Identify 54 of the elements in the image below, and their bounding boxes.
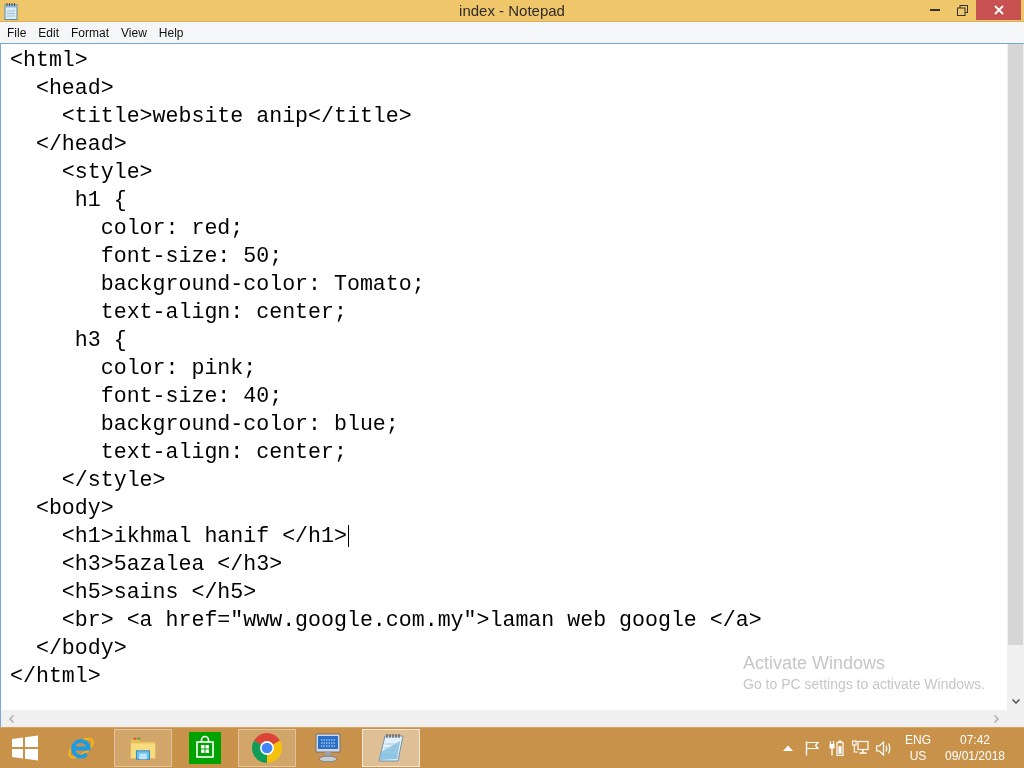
plug-battery-icon[interactable] — [828, 740, 844, 756]
code-line: font-size: 40; — [100, 384, 283, 408]
code-line: background-color: Tomato; — [100, 272, 425, 296]
code-line: h3 { — [74, 328, 127, 352]
code-line: <body> — [35, 496, 114, 520]
menu-item[interactable]: View — [115, 23, 153, 42]
shopping-bag-icon — [189, 732, 221, 764]
taskbar-button[interactable] — [114, 729, 172, 767]
code-line: </style> — [61, 468, 166, 492]
code-line: color: pink; — [100, 356, 257, 380]
chevron-right-icon — [994, 714, 999, 723]
code-line: <h3>5azalea </h3> — [61, 552, 283, 576]
minimize-icon — [930, 9, 940, 11]
network-icon[interactable] — [851, 740, 869, 756]
menu-item[interactable]: Edit — [32, 23, 66, 42]
notepad-icon — [376, 732, 406, 764]
activation-title: Activate Windows — [743, 652, 886, 674]
code-line: </head> — [35, 132, 127, 156]
chevron-down-icon — [1011, 699, 1020, 704]
code-line: text-align: center; — [100, 440, 347, 464]
code-line: <head> — [35, 76, 114, 100]
start-logo-icon — [12, 735, 38, 761]
code-line: <title>website anip</title> — [61, 104, 412, 128]
menu-item[interactable]: Format — [65, 23, 116, 42]
horizontal-scrollbar[interactable] — [1, 710, 1007, 727]
chevron-left-icon — [9, 714, 14, 723]
round-logo-icon — [252, 733, 282, 763]
flag-icon[interactable] — [804, 740, 820, 756]
menu-item[interactable]: File — [1, 23, 33, 42]
menu-item[interactable]: Help — [152, 23, 190, 42]
code-line: h1 { — [74, 188, 127, 212]
window-title: index - Notepad — [459, 0, 565, 21]
vertical-scrollbar[interactable] — [1007, 44, 1024, 710]
activation-text: Go to PC settings to activate Windows. — [743, 675, 985, 694]
restore-icon — [956, 4, 968, 16]
code-line: background-color: blue; — [100, 412, 399, 436]
code-line: <html> — [10, 48, 88, 72]
close-button[interactable] — [976, 0, 1021, 20]
notepad-icon — [3, 1, 19, 20]
taskbar-button[interactable] — [362, 729, 420, 767]
close-icon — [993, 5, 1004, 15]
taskbar-button[interactable] — [238, 729, 296, 767]
caret-up-icon[interactable] — [783, 745, 793, 751]
code-line: </html> — [10, 664, 101, 688]
code-line: text-align: center; — [100, 300, 347, 324]
code-line: color: red; — [100, 216, 244, 240]
code-line: <h1>ikhmal hanif </h1> — [61, 524, 347, 548]
code-line: <style> — [61, 160, 153, 184]
code-line: <h5>sains </h5> — [61, 580, 257, 604]
speaker-icon[interactable] — [876, 740, 892, 756]
scrollbar-thumb[interactable] — [1008, 44, 1023, 645]
code-line: <br> <a href="www.google.com.my">laman web google </a> — [61, 608, 762, 632]
code-line: </body> — [35, 636, 127, 660]
code-line: font-size: 50; — [100, 244, 283, 268]
